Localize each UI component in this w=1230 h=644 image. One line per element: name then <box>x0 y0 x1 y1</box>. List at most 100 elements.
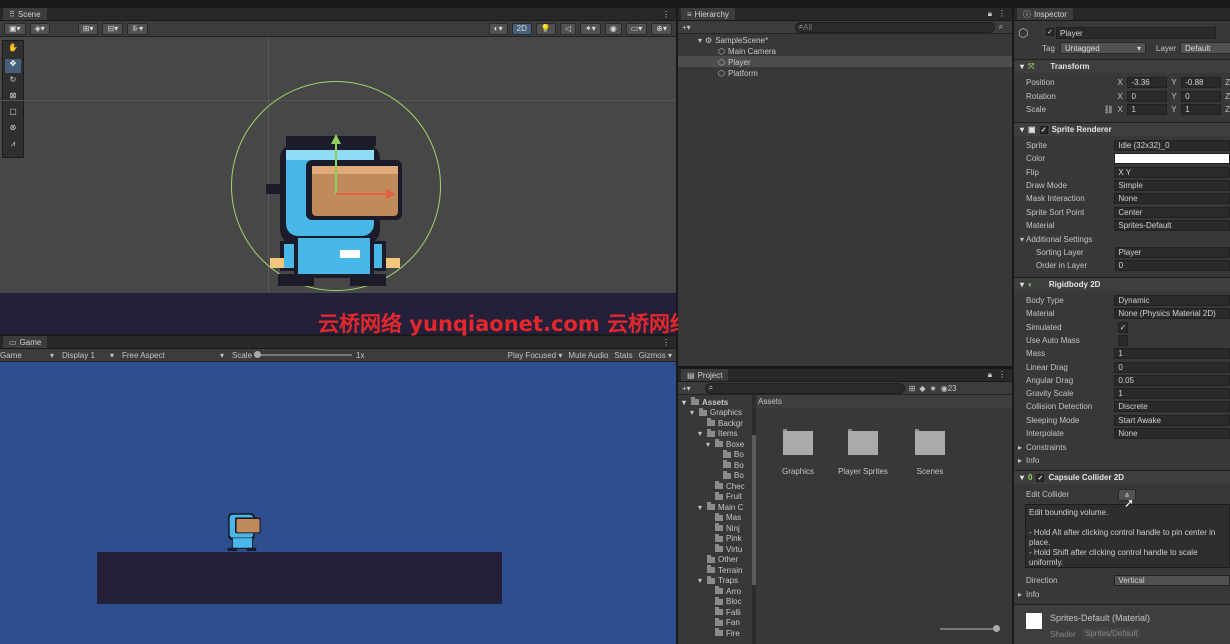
project-tree-item[interactable]: Bo <box>714 460 744 470</box>
layer-dropdown[interactable]: Default <box>1180 42 1230 54</box>
project-tree-item[interactable]: ▾ Graphics <box>690 407 742 418</box>
project-tree-item[interactable]: Bo <box>714 449 744 460</box>
folder-scenes[interactable]: Scenes <box>910 429 950 476</box>
scene-viewport[interactable] <box>0 38 676 334</box>
camera-icon[interactable]: ▭▾ <box>625 22 648 35</box>
project-tree-item[interactable]: Fan <box>706 617 740 628</box>
project-tree-item[interactable]: ▾ Main C <box>698 502 743 512</box>
panel-menu-icon[interactable]: ⋮ <box>662 10 676 19</box>
chevron-down-icon[interactable]: ▾ <box>698 576 704 585</box>
project-tree-item[interactable]: ▾ Items <box>698 428 738 439</box>
lock-icon[interactable]: 🔒︎ <box>988 9 992 19</box>
project-tree-item[interactable]: ▾ Boxe <box>706 439 744 449</box>
scene-search-icon[interactable]: ⌕ <box>999 22 1003 32</box>
scale-slider[interactable] <box>254 351 353 358</box>
tab-game[interactable]: ▭ Game <box>3 336 48 348</box>
tree-scrollbar[interactable] <box>752 395 756 644</box>
sprite-renderer-property-value-field[interactable]: Sprites-Default <box>1114 219 1230 231</box>
project-tree-item[interactable]: Arro <box>706 586 741 596</box>
filter-type-icon[interactable]: ⊞ <box>909 384 916 393</box>
project-tree-item[interactable]: Mas <box>706 512 741 523</box>
hierarchy-search-input[interactable]: ⌕ All <box>794 21 995 33</box>
move-gizmo-y-axis[interactable] <box>335 142 337 194</box>
scene-root-item[interactable]: ▾ ⚙ SampleScene* <box>698 35 768 45</box>
project-search-input[interactable]: ⌕ <box>704 382 905 394</box>
transform-header[interactable]: ▾ ⤧ Transform <box>1014 59 1230 73</box>
tab-hierarchy[interactable]: ≡ Hierarchy <box>681 8 735 20</box>
object-name-field[interactable]: Player <box>1056 27 1216 39</box>
project-tree-item[interactable]: ▾ Assets <box>682 397 728 407</box>
direction-dropdown[interactable]: Vertical <box>1114 575 1230 586</box>
chevron-down-icon[interactable]: ▾ <box>690 408 696 417</box>
project-menu-icon[interactable]: ⋮ <box>998 370 1006 380</box>
gizmos-button[interactable]: Gizmos ▾ <box>639 351 672 360</box>
effects-icon[interactable]: ✦▾ <box>580 22 601 35</box>
rigidbody-property-value-field[interactable]: 1 <box>1114 348 1230 360</box>
chevron-down-icon[interactable]: ▾ <box>706 440 712 449</box>
collider-enabled-checkbox[interactable]: ✓ <box>1036 473 1045 482</box>
project-tree-item[interactable]: Pink <box>706 533 742 544</box>
project-tree-item[interactable]: Terrain <box>698 565 742 575</box>
favorite-star-icon[interactable]: ★ <box>930 384 937 393</box>
mode-2d-button[interactable]: 2D <box>511 22 532 35</box>
display-dropdown[interactable]: Display 1 ▾ <box>62 351 114 360</box>
create-asset-button[interactable]: +▾ <box>682 384 691 393</box>
rigidbody-info-foldout[interactable]: ▸ Info <box>1014 454 1230 467</box>
scale-x-field[interactable]: 1 <box>1127 104 1168 115</box>
chevron-down-icon[interactable]: ▾ <box>698 503 704 512</box>
aspect-dropdown[interactable]: Free Aspect ▾ <box>122 351 224 360</box>
chevron-down-icon[interactable]: ▾ <box>698 429 704 438</box>
rigidbody-property-value-field[interactable]: 0.05 <box>1114 374 1230 386</box>
filter-label-icon[interactable]: ◆ <box>919 384 925 393</box>
rotation-x-field[interactable]: 0 <box>1127 91 1168 102</box>
project-tree-item[interactable]: Falli <box>706 607 741 617</box>
sprite-renderer-header[interactable]: ▾ ▣ ✓ Sprite Renderer <box>1014 122 1230 136</box>
lock-icon[interactable]: 🔒︎ <box>988 370 992 380</box>
project-tree-item[interactable]: Other <box>698 554 738 565</box>
rigidbody-property-value-field[interactable]: Start Awake <box>1114 414 1230 426</box>
position-x-field[interactable]: -3.36 <box>1127 77 1168 88</box>
sprite-renderer-property-value-field[interactable]: Idle (32x32)_0 <box>1114 140 1230 151</box>
sprite-renderer-enabled-checkbox[interactable]: ✓ <box>1039 125 1048 134</box>
folder-graphics[interactable]: Graphics <box>778 429 818 476</box>
tab-project[interactable]: ▤ Project <box>681 369 729 381</box>
sprite-renderer-property-value-field[interactable]: None <box>1114 193 1230 205</box>
folder-player-sprites[interactable]: Player Sprites <box>836 429 890 476</box>
snap-increment-button[interactable]: ⊟▾ <box>102 22 124 35</box>
project-tree-item[interactable]: Ninj <box>706 523 740 533</box>
tab-scene[interactable]: ⠿ Scene <box>3 8 47 20</box>
audio-icon[interactable]: ◁ <box>559 22 576 35</box>
hidden-packages-icon[interactable]: ◉23 <box>941 384 957 393</box>
hierarchy-item-player[interactable]: ⬡ Player <box>718 57 751 67</box>
collider-info-foldout[interactable]: ▸ Info <box>1014 588 1230 601</box>
grid-snap-button[interactable]: ⊞▾ <box>77 22 99 35</box>
tab-inspector[interactable]: ⓘ Inspector <box>1017 8 1073 20</box>
rigidbody-property-value-field[interactable]: ✓ <box>1118 321 1128 333</box>
rigidbody-property-value-field[interactable]: 1 <box>1114 388 1230 400</box>
align-button[interactable]: ⊪▾ <box>127 22 149 35</box>
hierarchy-menu-icon[interactable]: ⋮ <box>998 9 1006 19</box>
rotation-y-field[interactable]: 0 <box>1181 91 1222 102</box>
lighting-icon[interactable]: 💡 <box>535 22 556 35</box>
hierarchy-item-platform[interactable]: ⬡ Platform <box>718 68 758 78</box>
project-tree-item[interactable]: ▾ Traps <box>698 575 738 586</box>
project-tree-item[interactable]: Backgr <box>698 418 743 428</box>
sprite-renderer-property-value-field[interactable]: Simple <box>1114 179 1230 191</box>
project-tree-item[interactable]: Virtu <box>706 544 742 554</box>
rigidbody-property-value-field[interactable]: None <box>1114 428 1230 439</box>
sprite-renderer-property-value-field[interactable] <box>1114 153 1230 165</box>
move-gizmo-x-axis[interactable] <box>336 193 388 195</box>
tag-dropdown[interactable]: Untagged ▾ <box>1060 42 1146 54</box>
hierarchy-item-main-camera[interactable]: ⬡ Main Camera <box>718 46 776 56</box>
hidden-objects-icon[interactable]: ◉ <box>604 22 622 35</box>
sprite-renderer-property-value-field[interactable]: X Y <box>1114 166 1230 178</box>
sprite-renderer-property-value-field[interactable]: Center <box>1114 206 1230 218</box>
project-tree-item[interactable]: Bo <box>714 470 744 481</box>
rigidbody-property-value-field[interactable]: 0 <box>1114 361 1230 373</box>
add-object-button[interactable]: +▾ <box>682 23 691 32</box>
sorting-layer-dropdown[interactable]: Player <box>1114 247 1230 258</box>
project-tree-item[interactable]: Chec <box>706 481 745 491</box>
active-checkbox[interactable]: ✓ <box>1046 28 1054 36</box>
game-view-dropdown[interactable]: Game ▾ <box>0 351 54 360</box>
gizmos-globe-icon[interactable]: ⊕▾ <box>651 22 672 35</box>
